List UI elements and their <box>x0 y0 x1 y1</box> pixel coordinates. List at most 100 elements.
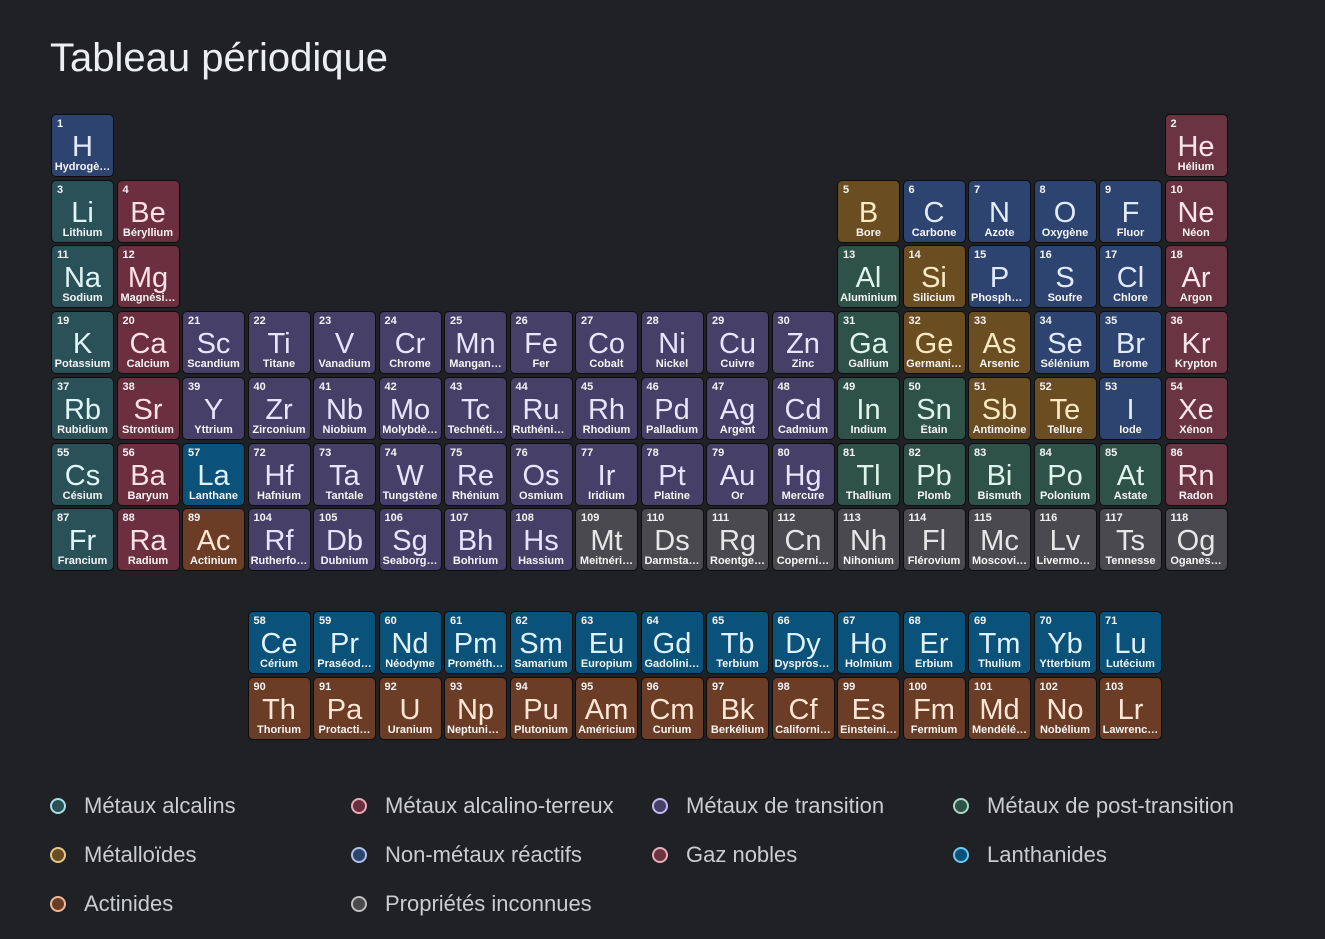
element-cell-hg[interactable]: 80 Hg Mercure <box>771 442 835 506</box>
element-cell-tm[interactable]: 69 Tm Thulium <box>968 611 1031 674</box>
element-cell-h[interactable]: 1 H Hydrogè… <box>51 114 114 177</box>
element-cell-bk[interactable]: 97 Bk Berkélium <box>706 677 769 740</box>
element-cell-mo[interactable]: 42 Mo Molybdè… <box>378 376 442 440</box>
legend-item-post[interactable]: Métaux de post-transition <box>953 793 1234 819</box>
legend-item-nonmetal[interactable]: Non-métaux réactifs <box>351 842 582 868</box>
element-cell-in[interactable]: 49 In Indium <box>837 376 900 440</box>
element-cell-ga[interactable]: 31 Ga Gallium <box>837 311 900 375</box>
element-cell-fm[interactable]: 100 Fm Fermium <box>902 677 966 740</box>
element-cell-li[interactable]: 3 Li Lithium <box>51 179 114 243</box>
element-cell-og[interactable]: 118 Og Oganes… <box>1164 508 1228 572</box>
legend-item-alkali[interactable]: Métaux alcalins <box>50 793 236 819</box>
element-cell-dy[interactable]: 66 Dy Dysprosi… <box>771 611 835 674</box>
element-cell-sc[interactable]: 21 Sc Scandium <box>182 311 245 375</box>
element-cell-te[interactable]: 52 Te Tellure <box>1033 376 1097 440</box>
element-cell-al[interactable]: 13 Al Aluminium <box>837 245 900 309</box>
element-cell-pt[interactable]: 78 Pt Platine <box>640 442 704 506</box>
element-cell-pb[interactable]: 82 Pb Plomb <box>902 442 966 506</box>
element-cell-xe[interactable]: 54 Xe Xénon <box>1164 376 1228 440</box>
element-cell-ni[interactable]: 28 Ni Nickel <box>640 311 704 375</box>
element-cell-ar[interactable]: 18 Ar Argon <box>1164 245 1228 309</box>
element-cell-db[interactable]: 105 Db Dubnium <box>313 508 376 572</box>
element-cell-th[interactable]: 90 Th Thorium <box>247 677 311 740</box>
element-cell-c[interactable]: 6 C Carbone <box>902 179 966 243</box>
element-cell-hf[interactable]: 72 Hf Hafnium <box>247 442 311 506</box>
element-cell-cl[interactable]: 17 Cl Chlore <box>1099 245 1162 309</box>
element-cell-nd[interactable]: 60 Nd Néodyme <box>378 611 442 674</box>
element-cell-w[interactable]: 74 W Tungstène <box>378 442 442 506</box>
element-cell-f[interactable]: 9 F Fluor <box>1099 179 1162 243</box>
element-cell-pu[interactable]: 94 Pu Plutonium <box>509 677 573 740</box>
element-cell-tb[interactable]: 65 Tb Terbium <box>706 611 769 674</box>
element-cell-eu[interactable]: 63 Eu Europium <box>575 611 638 674</box>
element-cell-ir[interactable]: 77 Ir Iridium <box>575 442 638 506</box>
element-cell-tc[interactable]: 43 Tc Technéti… <box>444 376 507 440</box>
legend-item-unknown[interactable]: Propriétés inconnues <box>351 891 592 917</box>
element-cell-yb[interactable]: 70 Yb Ytterbium <box>1033 611 1097 674</box>
element-cell-cu[interactable]: 29 Cu Cuivre <box>706 311 769 375</box>
element-cell-ds[interactable]: 110 Ds Darmsta… <box>640 508 704 572</box>
element-cell-n[interactable]: 7 N Azote <box>968 179 1031 243</box>
element-cell-cs[interactable]: 55 Cs Césium <box>51 442 114 506</box>
element-cell-mc[interactable]: 115 Mc Moscovi… <box>968 508 1031 572</box>
element-cell-fr[interactable]: 87 Fr Francium <box>51 508 114 572</box>
element-cell-zr[interactable]: 40 Zr Zirconium <box>247 376 311 440</box>
legend-item-transition[interactable]: Métaux de transition <box>652 793 884 819</box>
element-cell-rg[interactable]: 111 Rg Roentge… <box>706 508 769 572</box>
element-cell-i[interactable]: 53 I Iode <box>1099 376 1162 440</box>
element-cell-lr[interactable]: 103 Lr Lawrenc… <box>1099 677 1162 740</box>
element-cell-lu[interactable]: 71 Lu Lutécium <box>1099 611 1162 674</box>
element-cell-zn[interactable]: 30 Zn Zinc <box>771 311 835 375</box>
element-cell-cr[interactable]: 24 Cr Chrome <box>378 311 442 375</box>
element-cell-ru[interactable]: 44 Ru Ruthénium <box>509 376 573 440</box>
element-cell-fl[interactable]: 114 Fl Flérovium <box>902 508 966 572</box>
element-cell-ts[interactable]: 117 Ts Tennesse <box>1099 508 1162 572</box>
element-cell-ba[interactable]: 56 Ba Baryum <box>116 442 180 506</box>
element-cell-pa[interactable]: 91 Pa Protacti… <box>313 677 376 740</box>
legend-item-actinide[interactable]: Actinides <box>50 891 173 917</box>
element-cell-cm[interactable]: 96 Cm Curium <box>640 677 704 740</box>
element-cell-na[interactable]: 11 Na Sodium <box>51 245 114 309</box>
element-cell-as[interactable]: 33 As Arsenic <box>968 311 1031 375</box>
element-cell-at[interactable]: 85 At Astate <box>1099 442 1162 506</box>
element-cell-o[interactable]: 8 O Oxygène <box>1033 179 1097 243</box>
element-cell-sr[interactable]: 38 Sr Strontium <box>116 376 180 440</box>
element-cell-md[interactable]: 101 Md Mendélé… <box>968 677 1031 740</box>
element-cell-co[interactable]: 27 Co Cobalt <box>575 311 638 375</box>
element-cell-rb[interactable]: 37 Rb Rubidium <box>51 376 114 440</box>
element-cell-he[interactable]: 2 He Hélium <box>1164 114 1228 177</box>
element-cell-ta[interactable]: 73 Ta Tantale <box>313 442 376 506</box>
element-cell-se[interactable]: 34 Se Sélénium <box>1033 311 1097 375</box>
element-cell-gd[interactable]: 64 Gd Gadolini… <box>640 611 704 674</box>
element-cell-no[interactable]: 102 No Nobélium <box>1033 677 1097 740</box>
element-cell-pr[interactable]: 59 Pr Praséod… <box>313 611 376 674</box>
element-cell-pm[interactable]: 61 Pm Prométh… <box>444 611 507 674</box>
element-cell-os[interactable]: 76 Os Osmium <box>509 442 573 506</box>
element-cell-nb[interactable]: 41 Nb Niobium <box>313 376 376 440</box>
legend-item-metalloid[interactable]: Métalloïdes <box>50 842 197 868</box>
element-cell-ho[interactable]: 67 Ho Holmium <box>837 611 900 674</box>
element-cell-rn[interactable]: 86 Rn Radon <box>1164 442 1228 506</box>
element-cell-y[interactable]: 39 Y Yttrium <box>182 376 245 440</box>
element-cell-cd[interactable]: 48 Cd Cadmium <box>771 376 835 440</box>
element-cell-sn[interactable]: 50 Sn Étain <box>902 376 966 440</box>
element-cell-sm[interactable]: 62 Sm Samarium <box>509 611 573 674</box>
element-cell-ac[interactable]: 89 Ac Actinium <box>182 508 245 572</box>
element-cell-am[interactable]: 95 Am Américium <box>575 677 638 740</box>
element-cell-p[interactable]: 15 P Phosphore <box>968 245 1031 309</box>
element-cell-nh[interactable]: 113 Nh Nihonium <box>837 508 900 572</box>
element-cell-s[interactable]: 16 S Soufre <box>1033 245 1097 309</box>
element-cell-ra[interactable]: 88 Ra Radium <box>116 508 180 572</box>
legend-item-alkaline[interactable]: Métaux alcalino-terreux <box>351 793 614 819</box>
element-cell-k[interactable]: 19 K Potassium <box>51 311 114 375</box>
element-cell-mg[interactable]: 12 Mg Magnési… <box>116 245 180 309</box>
element-cell-re[interactable]: 75 Re Rhénium <box>444 442 507 506</box>
element-cell-cf[interactable]: 98 Cf Californi… <box>771 677 835 740</box>
element-cell-u[interactable]: 92 U Uranium <box>378 677 442 740</box>
element-cell-si[interactable]: 14 Si Silicium <box>902 245 966 309</box>
element-cell-v[interactable]: 23 V Vanadium <box>313 311 376 375</box>
element-cell-hs[interactable]: 108 Hs Hassium <box>509 508 573 572</box>
element-cell-au[interactable]: 79 Au Or <box>706 442 769 506</box>
element-cell-sg[interactable]: 106 Sg Seaborg… <box>378 508 442 572</box>
element-cell-tl[interactable]: 81 Tl Thallium <box>837 442 900 506</box>
